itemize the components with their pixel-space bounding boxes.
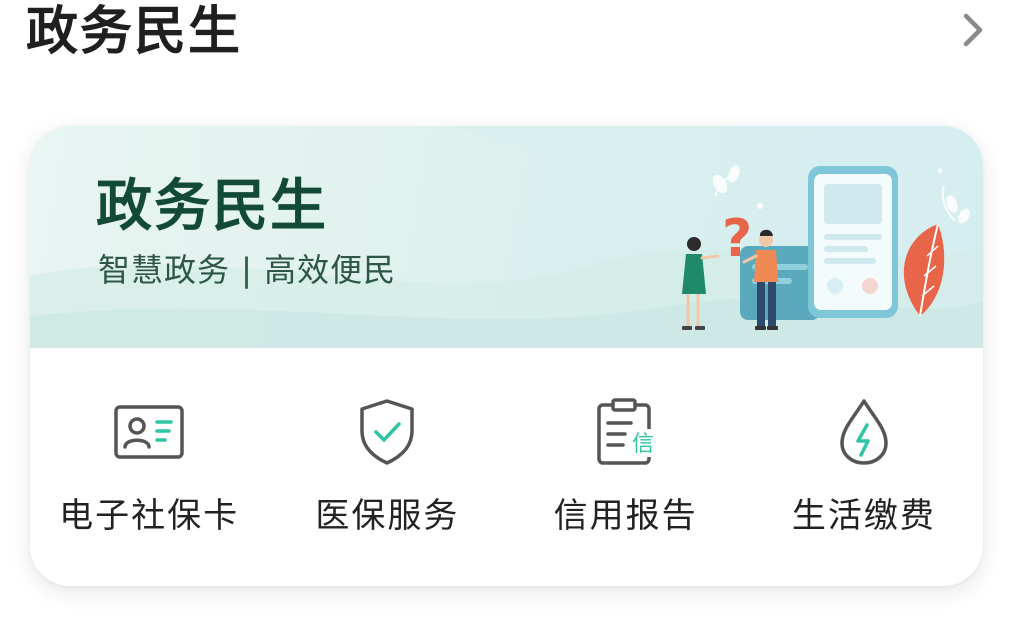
- banner-illustration: ?: [682, 165, 970, 330]
- promo-banner[interactable]: 政务民生 智慧政务 | 高效便民 ?: [30, 126, 983, 348]
- section-title: 政务民生: [26, 2, 243, 62]
- id-card-icon: [111, 394, 187, 470]
- services-card: 政务民生 智慧政务 | 高效便民 ? 电子社保卡 医保服务 信 信用报告 生活缴…: [30, 126, 983, 586]
- water-drop-bolt-icon: [826, 394, 902, 470]
- credit-badge-text: 信: [632, 432, 654, 457]
- service-label: 生活缴费: [791, 496, 936, 536]
- service-label: 信用报告: [553, 496, 698, 536]
- chevron-right-icon: [963, 13, 983, 47]
- more-button[interactable]: [953, 10, 993, 50]
- shield-check-icon: [349, 394, 425, 470]
- clipboard-credit-icon: 信: [588, 394, 664, 470]
- service-medical-insurance[interactable]: 医保服务: [268, 348, 506, 586]
- banner-title: 政务民生: [96, 174, 328, 239]
- service-grid: 电子社保卡 医保服务 信 信用报告 生活缴费: [30, 348, 983, 586]
- banner-subtitle: 智慧政务 | 高效便民: [98, 251, 397, 289]
- service-label: 医保服务: [315, 496, 460, 536]
- service-utility-payment[interactable]: 生活缴费: [745, 348, 983, 586]
- gov-services-section: 政务民生 政务民生 智慧政务 | 高效便民 ? 电子社保卡 医保服务 信 信用报…: [0, 0, 1021, 627]
- service-label: 电子社保卡: [59, 496, 240, 536]
- service-social-security-card[interactable]: 电子社保卡: [30, 348, 268, 586]
- service-credit-report[interactable]: 信 信用报告: [507, 348, 745, 586]
